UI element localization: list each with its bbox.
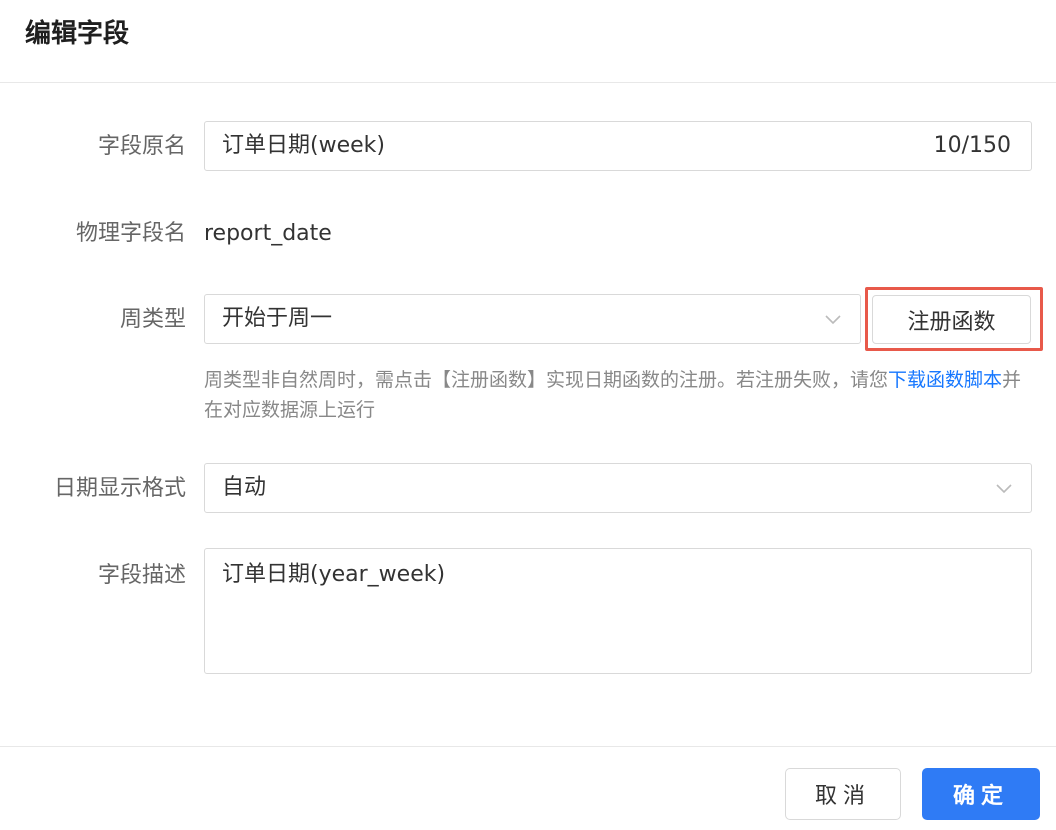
original-name-value: 订单日期(week)	[222, 133, 385, 158]
edit-field-dialog: 编辑字段 字段原名 订单日期(week) 10/150 物理字段名 report…	[0, 0, 1056, 830]
date-format-value: 自动	[222, 475, 267, 500]
physical-name-value: report_date	[204, 221, 332, 246]
description-label: 字段描述	[97, 563, 186, 588]
dialog-title: 编辑字段	[25, 19, 130, 49]
week-type-value: 开始于周一	[222, 306, 333, 331]
hint-text: 周类型非自然周时，需点击【注册函数】实现日期函数的注册。若注册失败，请您	[204, 369, 889, 391]
week-type-hint: 周类型非自然周时，需点击【注册函数】实现日期函数的注册。若注册失败，请您下载函数…	[204, 365, 1034, 425]
description-value: 订单日期(year_week)	[222, 562, 446, 587]
dialog-header: 编辑字段	[0, 0, 1056, 83]
char-counter: 10/150	[933, 133, 1011, 158]
description-textarea[interactable]: 订单日期(year_week)	[204, 548, 1032, 674]
cancel-button[interactable]: 取消	[785, 768, 901, 820]
chevron-down-icon	[825, 315, 841, 325]
confirm-button[interactable]: 确定	[922, 768, 1040, 820]
download-script-link[interactable]: 下载函数脚本	[888, 369, 1002, 391]
physical-name-label: 物理字段名	[75, 221, 186, 246]
register-function-button[interactable]: 注册函数	[872, 295, 1031, 344]
week-type-label: 周类型	[119, 307, 186, 332]
original-name-input[interactable]: 订单日期(week) 10/150	[204, 121, 1032, 171]
date-format-select[interactable]: 自动	[204, 463, 1032, 513]
week-type-select[interactable]: 开始于周一	[204, 294, 861, 344]
date-format-label: 日期显示格式	[53, 476, 186, 501]
original-name-label: 字段原名	[97, 134, 186, 159]
chevron-down-icon	[996, 484, 1012, 494]
